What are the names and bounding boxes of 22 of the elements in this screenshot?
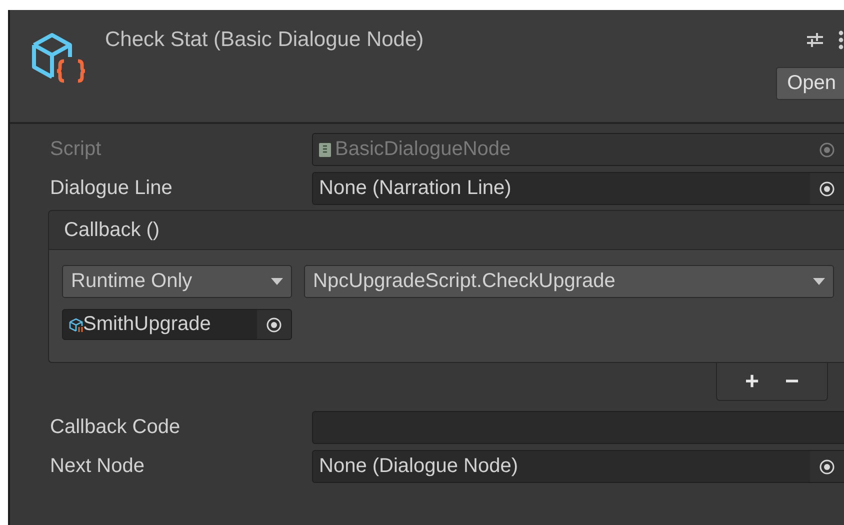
- target-object-field[interactable]: SmithUpgrade: [62, 309, 292, 340]
- field-label: Next Node: [49, 455, 146, 478]
- function-dropdown[interactable]: NpcUpgradeScript.CheckUpgrade: [304, 265, 834, 298]
- open-button[interactable]: Open: [776, 67, 844, 100]
- event-title: Callback (): [64, 218, 160, 242]
- object-field[interactable]: None (Narration Line): [312, 172, 844, 205]
- field-label: Script: [49, 138, 102, 161]
- caret-icon: [813, 278, 825, 286]
- more-menu-icon[interactable]: [838, 30, 844, 50]
- settings-sliders-icon[interactable]: [806, 31, 824, 49]
- script-asset-icon: [69, 316, 83, 332]
- caret-icon: [271, 278, 283, 286]
- field-label: Dialogue Line: [49, 177, 174, 200]
- mode-dropdown[interactable]: Runtime Only: [62, 265, 292, 298]
- script-file-icon: [319, 142, 331, 156]
- add-button[interactable]: +: [736, 363, 767, 400]
- input-field[interactable]: [312, 411, 844, 444]
- inspector-title: Check Stat (Basic Dialogue Node): [105, 28, 425, 53]
- object-field[interactable]: None (Dialogue Node): [312, 450, 844, 483]
- object-field: BasicDialogueNode: [312, 133, 844, 166]
- remove-button[interactable]: −: [777, 363, 808, 400]
- field-label: Callback Code: [49, 416, 182, 439]
